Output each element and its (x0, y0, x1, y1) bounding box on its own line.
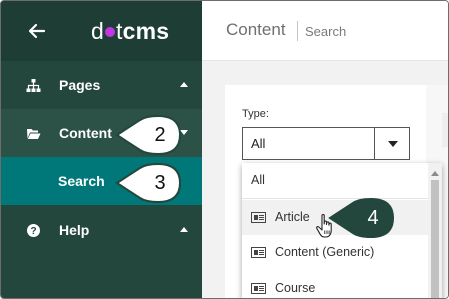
callout-number: 4 (367, 207, 379, 229)
content-type-icon (251, 283, 266, 294)
dotcms-logo: d tcms (91, 18, 170, 44)
folder-open-icon (27, 129, 41, 139)
sidebar-item-label: Pages (59, 77, 101, 93)
header-bar: Content Search (202, 1, 448, 61)
option-label: Article (275, 210, 310, 224)
caret-down-icon (388, 141, 398, 147)
dropdown-scrollbar[interactable] (428, 163, 442, 298)
sidebar-item-label: Content (59, 125, 112, 141)
breadcrumb: Search (305, 24, 347, 39)
sitemap-icon (26, 79, 41, 92)
sidebar-item-label: Search (58, 173, 105, 189)
option-content-generic[interactable]: Content (Generic) (242, 235, 428, 270)
sidebar-item-help[interactable]: ? Help (1, 206, 202, 254)
option-label: All (251, 173, 265, 187)
page-title: Content (226, 20, 286, 39)
content-type-icon (251, 247, 266, 258)
type-select-value: All (251, 136, 266, 151)
type-label: Type: (242, 108, 269, 120)
sidebar-item-label: Help (59, 222, 90, 238)
breadcrumb-divider (297, 21, 298, 41)
scroll-up-icon[interactable] (431, 171, 439, 176)
logo-dot (105, 27, 115, 38)
svg-text:?: ? (30, 226, 36, 237)
dropdown-button[interactable] (374, 128, 409, 159)
results-panel-edge (442, 113, 448, 147)
option-label: Course (275, 281, 316, 295)
callout-4: 4 (328, 198, 398, 238)
callout-number: 3 (154, 172, 166, 194)
option-course[interactable]: Course (242, 271, 428, 298)
scrollbar-thumb[interactable] (431, 180, 439, 298)
caret-up-icon (180, 227, 188, 232)
sidebar-item-pages[interactable]: Pages (1, 61, 202, 109)
content-type-icon (251, 212, 266, 223)
app-window: d tcms Pages Content Search ? Help Conte… (0, 0, 449, 299)
caret-up-icon (180, 82, 188, 87)
type-select[interactable]: All (242, 127, 410, 160)
question-circle-icon: ? (27, 224, 40, 237)
callout-number: 2 (154, 124, 166, 146)
callout-2: 2 (114, 115, 184, 155)
arrow-left-icon[interactable] (27, 21, 47, 41)
callout-3: 3 (114, 163, 184, 203)
option-label: Content (Generic) (275, 245, 375, 259)
option-all[interactable]: All (242, 163, 428, 198)
sidebar-header: d tcms (1, 1, 202, 61)
